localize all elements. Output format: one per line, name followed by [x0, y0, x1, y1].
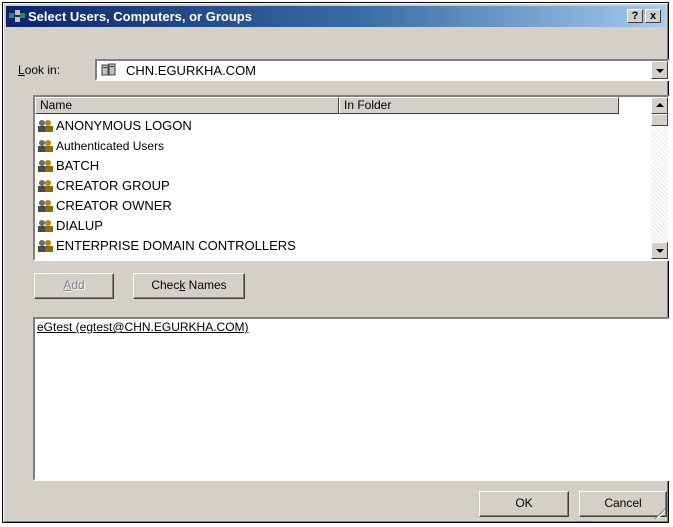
column-header-in-folder[interactable]: In Folder — [339, 97, 619, 114]
group-icon — [38, 240, 53, 252]
list-item[interactable]: CREATOR GROUP — [37, 176, 296, 196]
look-in-value: CHN.EGURKHA.COM — [126, 63, 257, 78]
selected-name-link[interactable]: eGtest (egtest@CHN.EGURKHA.COM) — [37, 320, 249, 334]
vertical-scrollbar[interactable] — [651, 97, 668, 259]
list-item[interactable]: BATCH — [37, 156, 296, 176]
selected-names-field[interactable]: eGtest (egtest@CHN.EGURKHA.COM) — [33, 317, 670, 481]
list-item[interactable]: ANONYMOUS LOGON — [37, 116, 296, 136]
list-item-name: CREATOR OWNER — [56, 198, 172, 213]
list-item-name: DIALUP — [56, 218, 103, 233]
list-item-name: CREATOR GROUP — [56, 178, 170, 193]
list-rows: ANONYMOUS LOGON Authenticated Users BATC… — [37, 116, 296, 256]
look-in-combobox[interactable]: CHN.EGURKHA.COM — [95, 59, 670, 81]
group-icon — [38, 120, 53, 132]
scroll-down-icon[interactable] — [651, 242, 668, 259]
group-icon — [38, 180, 53, 192]
list-item[interactable]: ENTERPRISE DOMAIN CONTROLLERS — [37, 236, 296, 256]
list-item[interactable]: CREATOR OWNER — [37, 196, 296, 216]
group-icon — [38, 140, 53, 152]
window-title: Select Users, Computers, or Groups — [28, 9, 252, 24]
group-icon — [38, 160, 53, 172]
list-item-name: ANONYMOUS LOGON — [56, 118, 192, 133]
help-icon[interactable]: ? — [627, 9, 643, 23]
select-users-dialog: Select Users, Computers, or Groups ? x L… — [2, 2, 670, 523]
ok-button[interactable]: OK — [479, 491, 569, 517]
scroll-up-icon[interactable] — [651, 97, 668, 114]
domain-icon — [101, 63, 116, 76]
dropdown-arrow-icon[interactable] — [651, 61, 668, 79]
look-in-label: Look in: — [18, 63, 60, 77]
column-header-name[interactable]: Name — [35, 97, 339, 114]
look-in-hotkey: L — [18, 63, 25, 77]
resize-grip-icon[interactable] — [653, 507, 665, 519]
list-item-name: Authenticated Users — [56, 139, 165, 153]
check-names-label-post: Names — [185, 278, 227, 292]
objects-list[interactable]: Name In Folder ANONYMOUS LOGON Authentic… — [33, 95, 670, 261]
list-item[interactable]: Authenticated Users — [37, 136, 296, 156]
title-bar[interactable]: Select Users, Computers, or Groups ? x — [6, 6, 665, 27]
check-names-button[interactable]: Check Names — [133, 273, 245, 299]
list-item-name: ENTERPRISE DOMAIN CONTROLLERS — [56, 238, 296, 253]
add-label: dd — [71, 278, 85, 292]
group-icon — [38, 220, 53, 232]
add-button[interactable]: Add — [34, 273, 114, 299]
close-icon[interactable]: x — [645, 9, 661, 23]
look-in-label-text: ook in: — [24, 63, 61, 77]
app-icon — [9, 10, 25, 22]
list-item[interactable]: DIALUP — [37, 216, 296, 236]
list-item-name: BATCH — [56, 158, 100, 173]
scroll-thumb[interactable] — [651, 114, 668, 126]
group-icon — [38, 200, 53, 212]
check-names-label-pre: Chec — [151, 278, 180, 292]
